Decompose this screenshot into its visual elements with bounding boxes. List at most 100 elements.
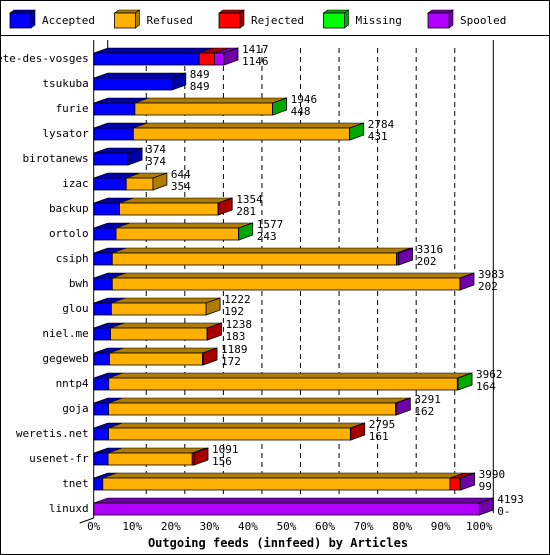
bar-segment-refused	[125, 177, 154, 191]
bar-segment-top-refused	[115, 222, 253, 229]
category-label: goja	[62, 402, 89, 415]
accepted-label: 202	[417, 255, 437, 268]
bar-segment-refused	[115, 227, 239, 241]
bar-segment-refused	[102, 477, 451, 491]
bar-segment-top-refused	[110, 322, 222, 329]
bar-segment-refused	[111, 252, 397, 266]
bar-segment-top-refused	[108, 422, 365, 429]
bar-segment-refused	[108, 402, 396, 416]
bar-segment-accepted	[93, 127, 134, 141]
bar-segment-accepted	[93, 327, 111, 341]
x-tick-label: 10%	[122, 520, 142, 533]
bar-segment-top-refused	[111, 297, 221, 304]
bar-segment-top-refused	[108, 397, 410, 404]
bar-segment-accepted	[93, 52, 200, 66]
bar-segment-accepted	[93, 152, 129, 166]
x-tick-label: 100%	[466, 520, 493, 533]
accepted-label: 99	[479, 480, 492, 493]
bar-segment-accepted	[93, 377, 110, 391]
accepted-label: 374	[146, 155, 166, 168]
bar-segment-refused	[110, 302, 207, 316]
x-tick-label: 60%	[315, 520, 335, 533]
bar-segment-accepted	[93, 427, 109, 441]
legend-swatch-side	[239, 9, 245, 29]
bar-segment-accepted	[93, 302, 112, 316]
x-tick-label: 30%	[199, 520, 219, 533]
category-label: weretis.net	[16, 427, 89, 440]
bar-segment-rejected	[449, 477, 461, 491]
accepted-label: 0-	[497, 505, 510, 518]
x-tick-label: 50%	[277, 520, 297, 533]
legend-label-missing: Missing	[356, 14, 402, 27]
bar-segment-accepted	[93, 77, 173, 91]
x-tick-label: 40%	[238, 520, 258, 533]
category-label: glou	[62, 302, 89, 315]
bar-segment-refused	[111, 277, 461, 291]
legend-swatch-side	[135, 9, 140, 29]
category-label: niel.me	[42, 327, 88, 340]
bar-segment-accepted	[93, 177, 127, 191]
category-label: lysator	[42, 127, 89, 140]
category-label: bwh	[69, 277, 89, 290]
bar-segment-spooled	[214, 52, 225, 66]
legend-swatch-side	[448, 9, 454, 29]
bar-segment-top-refused	[112, 247, 411, 254]
accepted-label: 354	[171, 180, 191, 193]
bar-segment-accepted	[93, 402, 109, 416]
bar-segment-spooled	[93, 502, 480, 516]
bar-segment-rejected	[198, 52, 215, 66]
accepted-label: 849	[190, 80, 210, 93]
bar-segment-refused	[132, 127, 350, 141]
accepted-label: 1146	[242, 55, 269, 68]
legend-swatch-side	[30, 9, 36, 29]
accepted-label: 172	[221, 355, 241, 368]
x-tick-label: 70%	[354, 520, 374, 533]
legend-swatch-missing	[323, 12, 345, 29]
bar-segment-top-refused	[133, 122, 364, 129]
bar-segment-top-refused	[107, 447, 207, 454]
x-tick-label: 20%	[161, 520, 181, 533]
bar-segment-accepted	[93, 252, 113, 266]
bar-segment-top-accepted	[93, 47, 214, 54]
accepted-label: 161	[369, 430, 389, 443]
chart-container: Accepted Refused Rejected Missing Spooled be…	[0, 0, 550, 555]
legend-label-refused: Refused	[147, 14, 193, 27]
bar-segment-refused	[119, 202, 219, 216]
bar-segment-refused	[110, 327, 208, 341]
category-label: birotanews	[22, 152, 88, 165]
bar-segment-top-refused	[102, 472, 465, 479]
legend-label-rejected: Rejected	[251, 14, 304, 27]
bar-segment-accepted	[93, 202, 120, 216]
bar-segment-top-refused	[119, 197, 233, 204]
bar-segment-refused	[107, 452, 193, 466]
bar-segment-accepted	[93, 352, 110, 366]
category-label: backup	[49, 202, 89, 215]
legend-label-accepted: Accepted	[42, 14, 95, 27]
accepted-label: 243	[257, 230, 277, 243]
category-label: tnet	[62, 477, 89, 490]
legend-swatch-refused	[114, 12, 136, 29]
stacked-bar-chart: Accepted Refused Rejected Missing Spooled be…	[0, 0, 550, 555]
category-label: csiph	[56, 252, 89, 265]
bar-segment-top-accepted	[93, 72, 186, 79]
legend-label-spooled: Spooled	[460, 14, 506, 27]
legend-swatch-spooled	[427, 12, 450, 29]
accepted-label: 192	[224, 305, 244, 318]
category-label: linuxd	[49, 502, 89, 515]
bar-segment-refused	[134, 102, 273, 116]
category-label: usenet-fr	[29, 452, 89, 465]
legend-swatch-accepted	[9, 12, 32, 29]
accepted-label: 448	[291, 105, 311, 118]
legend-swatch-rejected	[218, 12, 241, 29]
category-label: izac	[62, 177, 89, 190]
accepted-label: 162	[414, 405, 434, 418]
bar-segment-accepted	[93, 277, 113, 291]
bar-segment-top-refused	[134, 97, 287, 104]
bar-segment-refused	[108, 427, 351, 441]
category-label: nntp4	[56, 377, 89, 390]
accepted-label: 183	[226, 330, 246, 343]
category-label: ortolo	[49, 227, 89, 240]
x-tick-label: 80%	[392, 520, 412, 533]
category-label: gegeweb	[42, 352, 88, 365]
category-label: bete-des-vosges	[0, 52, 89, 65]
